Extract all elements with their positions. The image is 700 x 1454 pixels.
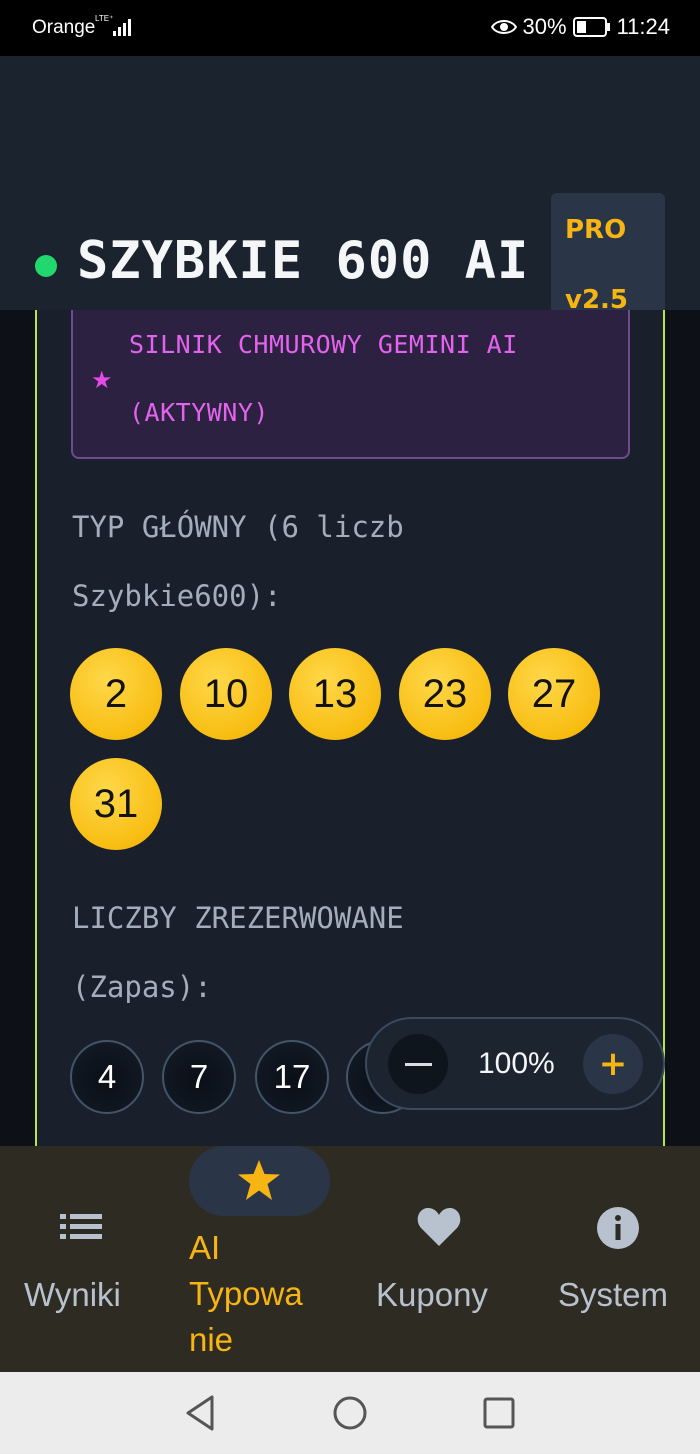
nav-ai-prediction[interactable]: AI Typowa nie: [189, 1146, 359, 1372]
battery-icon: [572, 17, 610, 37]
nav-label: AI Typowa nie: [189, 1229, 303, 1358]
bottom-nav: Wyniki AI Typowa nie Kupony System: [0, 1146, 700, 1372]
main-number: 31: [70, 758, 162, 850]
main-number: 13: [289, 648, 381, 740]
nav-label: Kupony: [376, 1276, 488, 1313]
zoom-out-button[interactable]: [388, 1034, 448, 1094]
nav-results[interactable]: Wyniki: [0, 1146, 170, 1372]
zoom-level: 100%: [478, 1047, 555, 1080]
reserve-label: LICZBY ZREZERWOWANE: [72, 901, 404, 935]
signal-icon: [113, 19, 131, 36]
app-header: SZYBKIE 600 AI PRO v2.5: [0, 56, 700, 339]
eye-icon: [490, 20, 517, 34]
reserve-label-cont: (Zapas):: [72, 970, 212, 1004]
star-icon: ★: [91, 366, 113, 394]
reserve-number: 7: [162, 1040, 236, 1114]
reserve-number: 17: [255, 1040, 329, 1114]
engine-status-box: ★ SILNIK CHMUROWY GEMINI AI (AKTYWNY): [71, 310, 630, 459]
heart-icon: [417, 1208, 461, 1246]
engine-name: SILNIK CHMUROWY GEMINI AI: [129, 330, 518, 359]
star-icon: [238, 1160, 280, 1200]
left-gutter: [0, 310, 35, 1146]
nav-label: System: [558, 1276, 669, 1313]
recents-icon[interactable]: [482, 1396, 516, 1430]
info-icon: [597, 1207, 639, 1249]
clock: 11:24: [616, 14, 670, 39]
app-title: SZYBKIE 600 AI: [77, 231, 530, 291]
nav-label: Wyniki: [24, 1276, 121, 1313]
reserve-number: 4: [70, 1040, 144, 1114]
carrier-name: Orange: [32, 17, 96, 38]
main-type-label-cont: Szybkie600):: [72, 579, 282, 613]
list-icon: [60, 1214, 102, 1239]
online-status-dot: [35, 255, 57, 277]
right-gutter: [665, 310, 700, 1146]
engine-state: (AKTYWNY): [129, 398, 269, 427]
main-number: 23: [399, 648, 491, 740]
nav-coupons[interactable]: Kupony: [360, 1146, 520, 1372]
zoom-in-button[interactable]: +: [583, 1034, 643, 1094]
system-navigation-bar: [0, 1372, 700, 1454]
nav-system[interactable]: System: [540, 1146, 700, 1372]
battery-percent: 30%: [522, 14, 567, 39]
badge-pro: PRO: [565, 215, 627, 245]
back-icon[interactable]: [184, 1394, 216, 1432]
main-number: 2: [70, 648, 162, 740]
main-number: 27: [508, 648, 600, 740]
network-type: LTE⁺: [95, 14, 114, 23]
main-number: 10: [180, 648, 272, 740]
status-bar: Orange LTE⁺ 30% 11:24: [0, 0, 700, 56]
zoom-control: 100% +: [365, 1017, 665, 1110]
home-icon[interactable]: [332, 1395, 368, 1431]
main-type-label: TYP GŁÓWNY (6 liczb: [72, 510, 404, 544]
